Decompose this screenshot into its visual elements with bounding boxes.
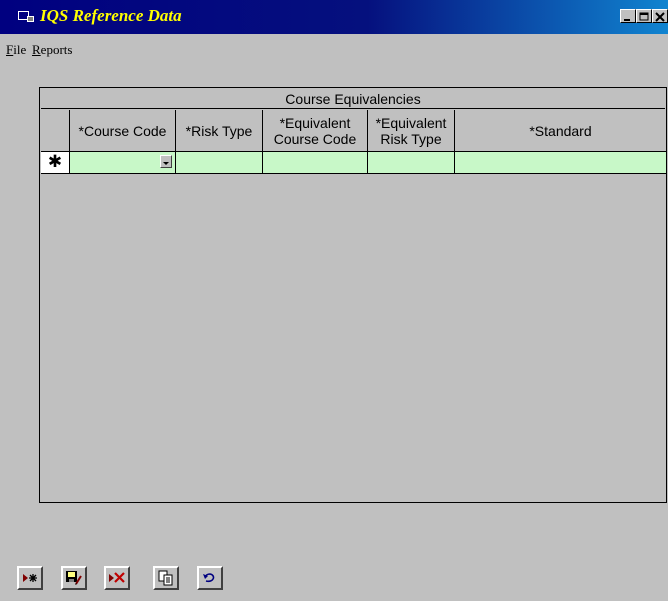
cell-equivalent-course-code[interactable] xyxy=(263,152,368,174)
column-header-equivalent-course-code[interactable]: *Equivalent Course Code xyxy=(263,110,368,152)
minimize-button[interactable] xyxy=(620,9,636,23)
grid-caption: Course Equivalencies xyxy=(41,89,665,109)
delete-icon xyxy=(109,572,125,583)
copy-icon xyxy=(158,570,173,586)
new-record-selector[interactable]: ✱ xyxy=(41,152,70,174)
delete-record-button[interactable] xyxy=(104,566,130,590)
copy-record-button[interactable] xyxy=(153,566,179,590)
window-title: IQS Reference Data xyxy=(40,6,182,25)
column-header-course-code[interactable]: *Course Code xyxy=(70,110,176,152)
course-equivalencies-grid[interactable]: Course Equivalencies *Course Code *Risk … xyxy=(39,87,667,503)
close-button[interactable] xyxy=(652,9,668,23)
maximize-button[interactable] xyxy=(636,9,652,23)
column-header-equivalent-risk-type[interactable]: *Equivalent Risk Type xyxy=(368,110,455,152)
main-window: IQS Reference Data File Reports Course E… xyxy=(0,0,668,601)
title-bar[interactable]: IQS Reference Data xyxy=(0,0,668,34)
chevron-down-icon xyxy=(163,162,169,165)
cell-course-code[interactable] xyxy=(70,152,176,174)
maximize-icon xyxy=(639,12,649,21)
cell-standard[interactable] xyxy=(455,152,666,174)
app-icon xyxy=(18,11,34,22)
cell-equivalent-risk-type[interactable] xyxy=(368,152,455,174)
save-record-button[interactable] xyxy=(61,566,87,590)
column-header-risk-type[interactable]: *Risk Type xyxy=(176,110,263,152)
close-icon xyxy=(655,12,665,22)
new-record-icon xyxy=(23,574,37,582)
minimize-icon xyxy=(624,19,630,21)
dropdown-button[interactable] xyxy=(160,155,172,168)
menu-reports[interactable]: Reports xyxy=(32,42,72,58)
new-record-button[interactable] xyxy=(17,566,43,590)
menu-bar: File Reports xyxy=(0,38,668,60)
row-selector-header xyxy=(41,110,70,152)
cell-risk-type[interactable] xyxy=(176,152,263,174)
menu-file[interactable]: File xyxy=(6,42,26,58)
save-icon xyxy=(66,571,82,585)
column-header-standard[interactable]: *Standard xyxy=(455,110,666,152)
undo-icon xyxy=(203,573,215,583)
undo-button[interactable] xyxy=(197,566,223,590)
